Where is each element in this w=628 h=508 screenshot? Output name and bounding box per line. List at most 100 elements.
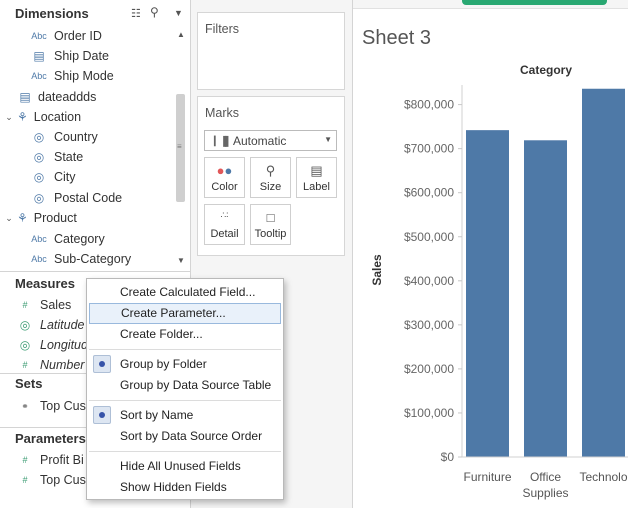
menu-item-sort-by-data-source-order[interactable]: Sort by Data Source Order [89, 426, 281, 447]
field-postal-code[interactable]: ◎ Postal Code [30, 188, 122, 208]
category-column-header[interactable]: Category [462, 63, 628, 77]
globe-icon: ◎ [33, 130, 45, 144]
label-icon: ▤ [310, 163, 323, 178]
field-sub-category[interactable]: Abc Sub-Category [30, 249, 131, 269]
field-param-top-customers[interactable]: # Top Cus [16, 470, 85, 490]
chevron-down-icon[interactable]: ⌄ [3, 112, 15, 123]
menu-item-hide-all-unused-fields[interactable]: Hide All Unused Fields [89, 456, 281, 477]
number-type-icon: # [22, 455, 28, 465]
globe-icon: ◎ [19, 318, 31, 332]
menu-item-sort-by-name[interactable]: Sort by Name [89, 405, 281, 426]
globe-icon: ◎ [33, 150, 45, 164]
color-dots-icon: ●● [216, 163, 233, 178]
field-country[interactable]: ◎ Country [30, 127, 98, 147]
menu-separator [89, 349, 281, 350]
bar-chart-icon: ▎▐▌ [214, 136, 232, 146]
calendar-icon: ▤ [33, 49, 45, 63]
sets-header: Sets [15, 376, 43, 391]
hierarchy-icon: ⚘ [17, 110, 28, 124]
number-type-icon: # [22, 475, 28, 485]
string-type-icon: Abc [31, 234, 47, 244]
y-tick-label: $500,000 [404, 230, 454, 244]
menu-item-group-by-folder[interactable]: Group by Folder [89, 354, 281, 375]
field-set-top-customers[interactable]: ⚭ Top Cus [16, 396, 86, 416]
bar-furniture [466, 130, 509, 458]
dimensions-header: Dimensions [15, 6, 89, 21]
search-icon[interactable]: ⚲ [150, 5, 159, 19]
section-divider [0, 271, 190, 272]
group-product[interactable]: ⌄ ⚘ Product [3, 208, 77, 228]
menu-item-show-hidden-fields[interactable]: Show Hidden Fields [89, 477, 281, 498]
x-tick-label: Furniture [463, 470, 511, 484]
y-tick-label: $800,000 [404, 98, 454, 112]
chevron-down-icon[interactable]: ⌄ [3, 213, 15, 224]
calculated-date-icon: ▤ [19, 90, 31, 104]
number-type-icon: # [22, 300, 28, 310]
menu-separator [89, 451, 281, 452]
globe-icon: ◎ [19, 338, 31, 352]
data-pane-scrollbar[interactable]: ▲ ≡ ▼ [174, 28, 188, 268]
marks-card: Marks ▎▐▌ Automatic ▼ ●● Color ⚲ Size ▤ … [197, 96, 345, 256]
menu-item-group-by-data-source-table[interactable]: Group by Data Source Table [89, 375, 281, 396]
field-sales[interactable]: # Sales [16, 295, 71, 315]
y-axis-title: Sales [370, 254, 384, 286]
chevron-down-icon: ▼ [324, 135, 332, 144]
measures-header: Measures [15, 276, 75, 291]
field-ship-mode[interactable]: Abc Ship Mode [30, 66, 114, 86]
radio-selected-icon [93, 355, 111, 373]
y-tick-label: $0 [441, 450, 455, 464]
field-city[interactable]: ◎ City [30, 167, 76, 187]
bar-office-supplies [524, 140, 567, 457]
mark-type-dropdown[interactable]: ▎▐▌ Automatic ▼ [204, 130, 337, 151]
detail-button[interactable]: ∴∶ Detail [204, 204, 245, 245]
grip-icon: ≡ [177, 142, 182, 151]
globe-icon: ◎ [33, 191, 45, 205]
scroll-down-icon[interactable]: ▼ [174, 256, 188, 265]
field-state[interactable]: ◎ State [30, 147, 83, 167]
grid-view-icon[interactable]: ☷ [131, 7, 141, 20]
string-type-icon: Abc [31, 254, 47, 264]
field-category[interactable]: Abc Category [30, 229, 105, 249]
size-button[interactable]: ⚲ Size [250, 157, 291, 198]
group-location[interactable]: ⌄ ⚘ Location [3, 107, 81, 127]
y-tick-label: $200,000 [404, 362, 454, 376]
field-dateaddds[interactable]: ▤ dateaddds [16, 87, 96, 107]
x-tick-label: Technolo [579, 470, 627, 484]
marks-title: Marks [205, 106, 240, 120]
string-type-icon: Abc [31, 31, 47, 41]
string-type-icon: Abc [31, 71, 47, 81]
field-ship-date[interactable]: ▤ Ship Date [30, 46, 109, 66]
menu-item-create-calculated-field[interactable]: Create Calculated Field... [89, 282, 281, 303]
radio-selected-icon [93, 406, 111, 424]
bar-chart: $0 $100,000 $200,000 $300,000 $400,000 $500,0… [370, 85, 628, 500]
field-number[interactable]: # Number [16, 355, 84, 375]
field-param-profit-bin[interactable]: # Profit Bi [16, 450, 83, 470]
field-order-id[interactable]: Abc Order ID [30, 26, 102, 46]
tooltip-icon: □ [266, 210, 275, 225]
toolbar-pill[interactable] [462, 0, 607, 5]
context-menu: Create Calculated Field... Create Parame… [86, 278, 284, 500]
hierarchy-icon: ⚘ [17, 211, 28, 225]
y-tick-label: $700,000 [404, 142, 454, 156]
globe-icon: ◎ [33, 170, 45, 184]
field-longitude[interactable]: ◎ Longitude [16, 335, 95, 355]
set-icon: ⚭ [21, 400, 29, 411]
color-button[interactable]: ●● Color [204, 157, 245, 198]
y-tick-label: $600,000 [404, 186, 454, 200]
y-tick-label: $300,000 [404, 318, 454, 332]
y-tick-label: $100,000 [404, 406, 454, 420]
menu-item-create-folder[interactable]: Create Folder... [89, 324, 281, 345]
menu-arrow-icon[interactable]: ▼ [174, 8, 183, 18]
menu-separator [89, 400, 281, 401]
scroll-up-icon[interactable]: ▲ [174, 30, 188, 39]
detail-icon: ∴∶ [220, 210, 229, 220]
sheet-title[interactable]: Sheet 3 [362, 27, 431, 50]
menu-item-create-parameter[interactable]: Create Parameter... [89, 303, 281, 324]
label-button[interactable]: ▤ Label [296, 157, 337, 198]
toolbar-strip [353, 0, 628, 9]
filters-card[interactable]: Filters [197, 12, 345, 90]
field-latitude[interactable]: ◎ Latitude [16, 315, 85, 335]
x-tick-label: Office [530, 470, 561, 484]
y-tick-label: $400,000 [404, 274, 454, 288]
tooltip-button[interactable]: □ Tooltip [250, 204, 291, 245]
